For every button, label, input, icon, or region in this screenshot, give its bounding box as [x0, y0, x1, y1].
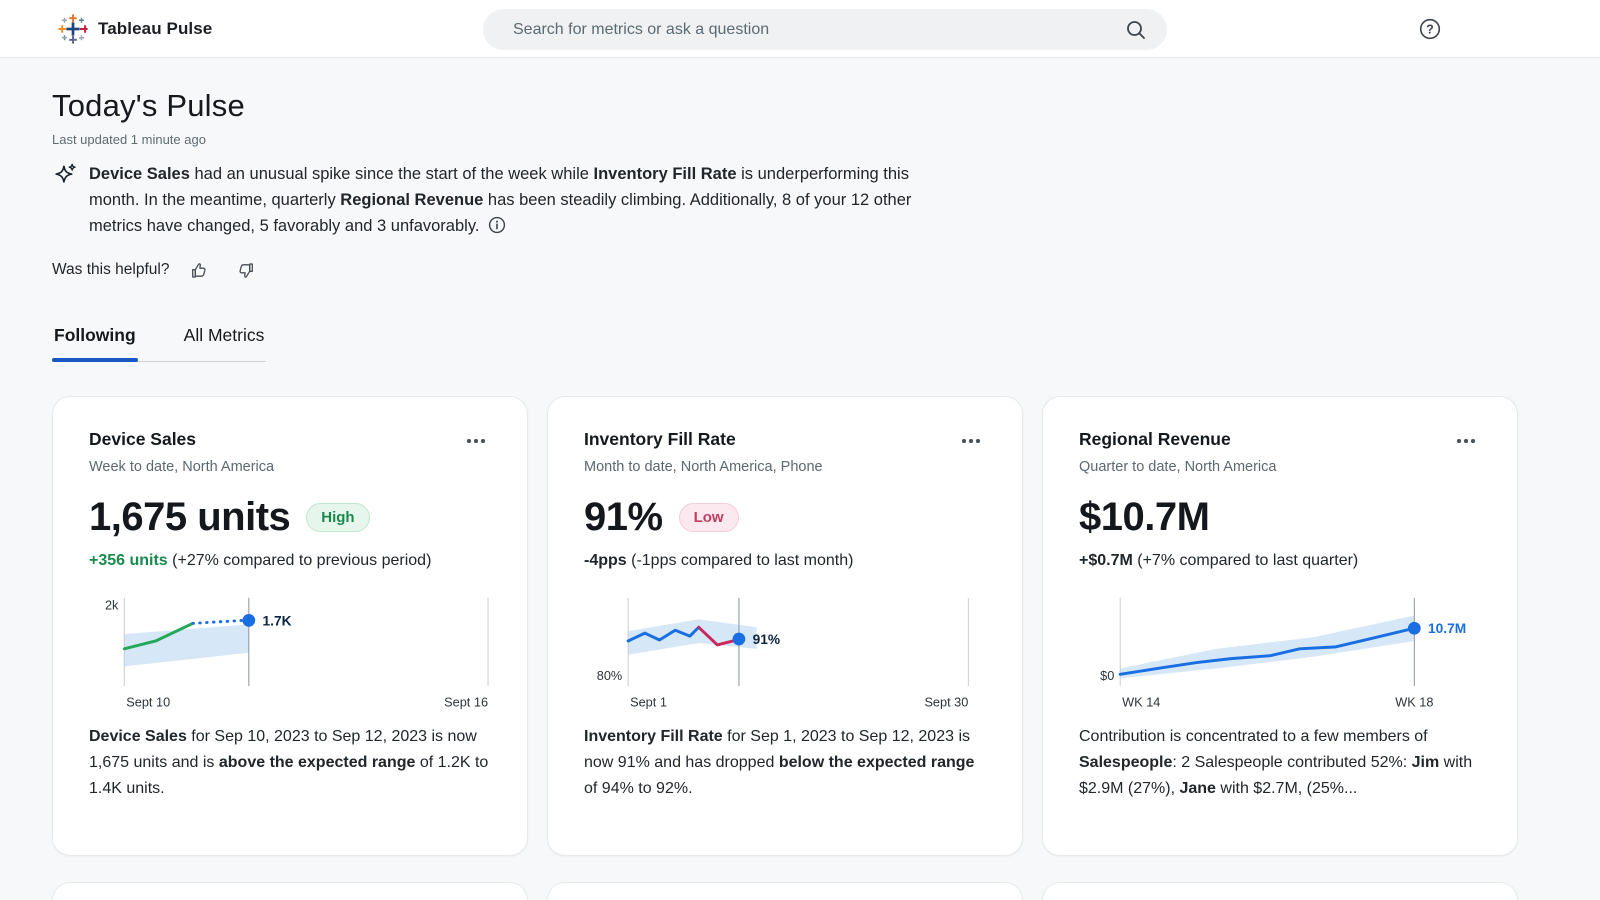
metric-title: Device Sales: [89, 429, 274, 450]
app-logo[interactable]: Tableau Pulse: [58, 14, 212, 44]
metric-value: 1,675 units: [89, 495, 290, 540]
metric-value: 91%: [584, 495, 663, 540]
page-title: Today's Pulse: [52, 88, 1548, 124]
metric-subtitle: Month to date, North America, Phone: [584, 459, 823, 475]
thumbs-down-button[interactable]: [229, 255, 261, 285]
sparkline-chart: 1.7K 2k Sept 10 Sept 16: [89, 590, 491, 712]
metric-subtitle: Quarter to date, North America: [1079, 459, 1276, 475]
metric-card-partial[interactable]: [547, 882, 1023, 900]
svg-text:91%: 91%: [753, 632, 780, 647]
svg-text:1.7K: 1.7K: [263, 613, 292, 628]
thumbs-up-icon: [189, 260, 210, 281]
tab-all-metrics[interactable]: All Metrics: [182, 315, 267, 361]
svg-text:80%: 80%: [597, 668, 623, 683]
metric-card-device-sales[interactable]: Device Sales Week to date, North America…: [52, 396, 528, 856]
metric-summary: Device Sales for Sep 10, 2023 to Sep 12,…: [89, 724, 491, 802]
main-content: Today's Pulse Last updated 1 minute ago …: [0, 88, 1600, 900]
more-options-button[interactable]: [1451, 429, 1481, 453]
metric-title: Regional Revenue: [1079, 429, 1276, 450]
metric-card-partial[interactable]: [52, 882, 528, 900]
thumbs-down-icon: [235, 260, 256, 281]
metric-title: Inventory Fill Rate: [584, 429, 823, 450]
metric-delta: -4pps (-1pps compared to last month): [584, 552, 986, 570]
more-options-icon: [969, 439, 973, 443]
svg-text:2k: 2k: [105, 598, 119, 613]
metric-summary: Contribution is concentrated to a few me…: [1079, 724, 1481, 802]
search-icon[interactable]: [1125, 19, 1167, 41]
metric-cards-row: Device Sales Week to date, North America…: [52, 396, 1548, 856]
app-name: Tableau Pulse: [98, 19, 212, 39]
more-options-button[interactable]: [461, 429, 491, 453]
svg-text:?: ?: [1426, 22, 1434, 36]
status-badge-high: High: [306, 503, 369, 532]
more-options-button[interactable]: [956, 429, 986, 453]
svg-text:10.7M: 10.7M: [1428, 621, 1466, 636]
sparkle-icon: [52, 162, 78, 188]
metric-value: $10.7M: [1079, 495, 1209, 540]
svg-text:Sept 1: Sept 1: [630, 695, 667, 710]
thumbs-up-button[interactable]: [183, 255, 215, 285]
insight-text: Device Sales had an unusual spike since …: [89, 161, 932, 239]
sparkline-chart: 91% 80% Sept 1 Sept 30: [584, 590, 986, 712]
metric-card-inventory-fill-rate[interactable]: Inventory Fill Rate Month to date, North…: [547, 396, 1023, 856]
svg-text:WK 14: WK 14: [1122, 695, 1160, 710]
last-updated-text: Last updated 1 minute ago: [52, 132, 1548, 147]
info-icon[interactable]: [488, 216, 506, 234]
svg-text:$0: $0: [1100, 668, 1114, 683]
insight-banner: Device Sales had an unusual spike since …: [52, 161, 932, 239]
status-badge-low: Low: [679, 503, 739, 532]
metrics-tab-bar: Following All Metrics: [52, 315, 266, 362]
feedback-prompt: Was this helpful?: [52, 261, 169, 279]
metric-subtitle: Week to date, North America: [89, 459, 274, 475]
metric-summary: Inventory Fill Rate for Sep 1, 2023 to S…: [584, 724, 986, 802]
metric-card-regional-revenue[interactable]: Regional Revenue Quarter to date, North …: [1042, 396, 1518, 856]
svg-text:Sept 16: Sept 16: [444, 695, 488, 710]
more-options-icon: [474, 439, 478, 443]
help-button[interactable]: ?: [1414, 13, 1446, 45]
help-icon: ?: [1418, 17, 1442, 41]
next-metric-cards-row: [52, 882, 1548, 900]
search-bar[interactable]: [483, 9, 1167, 50]
metric-delta: +356 units (+27% compared to previous pe…: [89, 552, 491, 570]
tab-following[interactable]: Following: [52, 315, 138, 361]
svg-text:WK 18: WK 18: [1395, 695, 1433, 710]
sparkline-chart: 10.7M $0 WK 14 WK 18: [1079, 590, 1481, 712]
search-input[interactable]: [483, 9, 1125, 50]
metric-card-partial[interactable]: [1042, 882, 1518, 900]
feedback-row: Was this helpful?: [52, 255, 1548, 285]
svg-text:Sept 10: Sept 10: [126, 695, 170, 710]
app-header: Tableau Pulse ?: [0, 0, 1600, 58]
more-options-icon: [1464, 439, 1468, 443]
tableau-logo-icon: [58, 14, 88, 44]
metric-delta: +$0.7M (+7% compared to last quarter): [1079, 552, 1481, 570]
svg-text:Sept 30: Sept 30: [924, 695, 968, 710]
